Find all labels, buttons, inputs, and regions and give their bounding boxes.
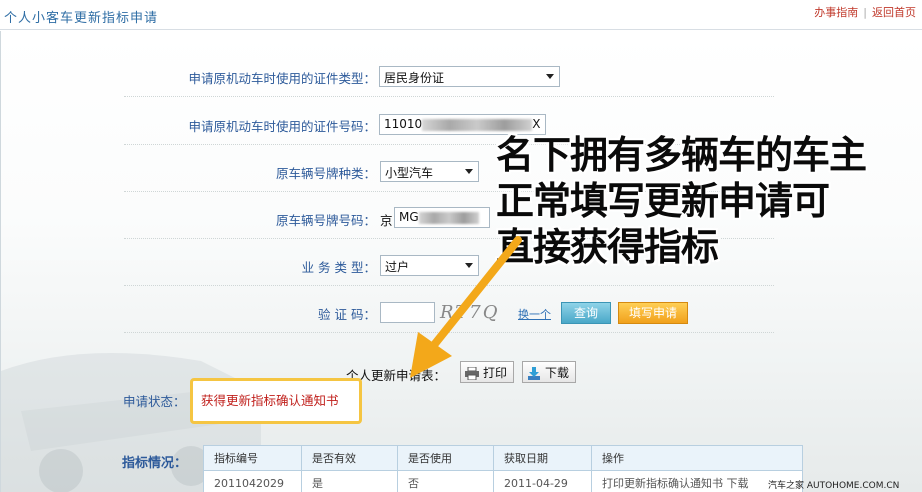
id-number-prefix: 11010 — [384, 117, 423, 131]
id-number-label: 申请原机动车时使用的证件号码： — [188, 119, 376, 134]
row-divider — [124, 96, 774, 97]
guide-link[interactable]: 办事指南 — [814, 6, 858, 19]
page-header: 个人小客车更新指标申请 办事指南 | 返回首页 — [0, 0, 922, 30]
column-header: 是否有效 — [301, 445, 398, 471]
id-type-label: 申请原机动车时使用的证件类型： — [188, 71, 376, 86]
status-label: 申请状态： — [123, 394, 186, 409]
cell-used: 否 — [397, 470, 494, 492]
column-header: 指标编号 — [203, 445, 302, 471]
cell-valid: 是 — [301, 470, 398, 492]
status-highlight-box: 获得更新指标确认通知书 — [190, 378, 362, 424]
download-button[interactable]: 下载 — [522, 361, 577, 383]
link-separator: | — [863, 6, 867, 19]
annotation-text: 名下拥有多辆车的车主 正常填写更新申请可 直接获得指标 — [496, 132, 867, 270]
plate-type-select[interactable]: 小型汽车 — [380, 161, 479, 182]
header-links: 办事指南 | 返回首页 — [814, 4, 916, 20]
column-header: 是否使用 — [397, 445, 494, 471]
redacted-digits — [422, 118, 533, 131]
id-type-value: 居民身份证 — [384, 71, 445, 85]
watermark: 汽车之家 AUTOHOME.COM.CN — [768, 481, 900, 491]
download-notice-link[interactable]: 下载 — [727, 477, 749, 490]
plate-type-label: 原车辆号牌种类： — [275, 166, 376, 181]
id-number-suffix: X — [532, 117, 541, 131]
row-id-type: 申请原机动车时使用的证件类型： 居民身份证 — [0, 57, 922, 97]
cell-id: 2011042029 — [203, 470, 302, 492]
plate-type-value: 小型汽车 — [385, 166, 434, 180]
page-title: 个人小客车更新指标申请 — [4, 11, 159, 26]
column-header: 获取日期 — [493, 445, 592, 471]
plate-number-label: 原车辆号牌号码： — [275, 213, 376, 228]
chevron-down-icon — [465, 169, 473, 174]
plate-number-input[interactable]: MG — [394, 207, 490, 228]
plate-prefix: 京 — [380, 213, 393, 228]
arrow-annotation-icon — [410, 236, 522, 378]
apply-button[interactable]: 填写申请 — [618, 302, 688, 324]
column-header: 操作 — [591, 445, 803, 471]
captcha-label: 验 证 码： — [318, 307, 376, 322]
business-type-label: 业 务 类 型： — [301, 260, 376, 275]
query-button[interactable]: 查询 — [561, 302, 611, 324]
annotation-line: 名下拥有多辆车的车主 — [496, 133, 867, 177]
table-header-row: 指标编号 是否有效 是否使用 获取日期 操作 — [203, 445, 803, 471]
indicator-label: 指标情况： — [122, 456, 188, 471]
id-type-select[interactable]: 居民身份证 — [379, 66, 560, 87]
chevron-down-icon — [546, 74, 554, 79]
plate-value-prefix: MG — [399, 210, 419, 224]
redacted-plate — [418, 211, 479, 224]
status-value: 获得更新指标确认通知书 — [201, 393, 339, 408]
home-link[interactable]: 返回首页 — [872, 6, 916, 19]
indicator-table: 指标编号 是否有效 是否使用 获取日期 操作 2011042029 是 否 20… — [203, 445, 803, 492]
download-label: 下载 — [545, 366, 570, 380]
print-notice-link[interactable]: 打印更新指标确认通知书 — [602, 477, 723, 490]
annotation-line: 正常填写更新申请可 — [496, 179, 830, 223]
annotation-line: 直接获得指标 — [496, 225, 719, 269]
cell-date: 2011-04-29 — [493, 470, 592, 492]
table-row: 2011042029 是 否 2011-04-29 打印更新指标确认通知书 下载 — [203, 470, 803, 492]
